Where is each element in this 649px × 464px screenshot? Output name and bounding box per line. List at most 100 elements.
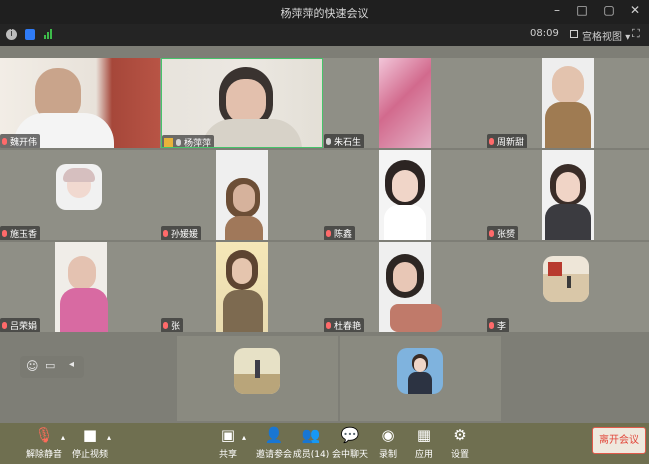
participant-tile-4[interactable]: 周新甜 — [487, 58, 649, 148]
participant-tile-10[interactable]: 张 — [161, 242, 323, 332]
mic-on-icon — [176, 139, 181, 146]
participant-tile-1[interactable]: 魏开伟 — [0, 58, 160, 148]
share-button[interactable]: ▣ 共享 — [204, 425, 252, 460]
participant-name: 杨萍萍 — [184, 139, 212, 148]
mic-muted-icon — [326, 322, 331, 329]
gear-icon: ⚙ — [453, 426, 467, 444]
chat-icon: 💬 — [340, 426, 360, 444]
share-options-caret[interactable]: ▴ — [242, 433, 246, 442]
view-mode-dropdown[interactable]: 宫格视图 ▾ — [582, 28, 630, 43]
settings-label: 设置 — [450, 450, 469, 460]
settings-button[interactable]: ⚙ 设置 — [436, 425, 484, 460]
fullscreen-icon[interactable]: ⛶ — [632, 27, 640, 41]
participant-nametag: 杜春艳 — [324, 318, 365, 332]
participant-nametag: 陈鑫 — [324, 226, 356, 240]
participant-name: 吕荣娟 — [10, 322, 38, 332]
participant-nametag: 孙媛媛 — [161, 226, 202, 240]
participant-nametag: 施玉香 — [0, 226, 41, 240]
camera-icon: ■ — [82, 426, 98, 444]
participant-tile-7[interactable]: 陈鑫 — [324, 150, 486, 240]
participant-name: 施玉香 — [10, 230, 38, 240]
host-icon — [164, 138, 173, 147]
grid-view-icon[interactable] — [570, 30, 578, 38]
participant-nametag: 张赟 — [487, 226, 519, 240]
title-bar: 杨萍萍的快速会议 – □ ▢ ✕ — [0, 0, 649, 24]
person-face — [552, 66, 584, 104]
participant-nametag: 张 — [161, 318, 184, 332]
participant-tile-2-active-speaker[interactable]: 杨萍萍 — [161, 58, 323, 148]
maximize-icon[interactable]: □ — [574, 3, 590, 17]
avatar — [56, 164, 102, 210]
person-clothes — [60, 288, 108, 332]
emoji-icon[interactable]: ☺ — [26, 359, 39, 373]
participant-nametag: 周新甜 — [487, 134, 528, 148]
video-options-caret[interactable]: ▴ — [107, 433, 111, 442]
members-label: 成员(14) — [292, 450, 330, 460]
mic-muted-icon — [2, 138, 7, 145]
mic-on-icon — [326, 138, 331, 145]
person-clothes — [545, 204, 591, 240]
stop-video-button[interactable]: ■ 停止视频 — [66, 425, 114, 460]
mic-muted-icon — [2, 322, 7, 329]
restore-icon[interactable]: ▢ — [601, 3, 617, 17]
avatar — [543, 256, 589, 302]
mic-muted-icon — [489, 138, 494, 145]
close-icon[interactable]: ✕ — [627, 3, 643, 17]
participant-nametag: 朱石生 — [324, 134, 365, 148]
record-icon: ◉ — [381, 426, 395, 444]
signal-icon[interactable] — [44, 28, 52, 39]
meeting-toolbar: 🎙 解除静音 ▴ ■ 停止视频 ▴ ▣ 共享 ▴ 👤 邀请参会 👥 成员(14) 💬 会中聊… — [0, 423, 649, 464]
participant-tile-8[interactable]: 张赟 — [487, 150, 649, 240]
person-face — [233, 184, 255, 212]
participant-nametag: 李 — [487, 318, 510, 332]
mic-muted-icon: 🎙 — [34, 426, 54, 444]
unmute-label: 解除静音 — [25, 450, 62, 460]
mic-muted-icon — [163, 322, 168, 329]
message-icon[interactable]: ▭ — [45, 359, 55, 372]
mic-muted-icon — [489, 230, 494, 237]
collapse-arrow-icon[interactable]: ◂ — [69, 359, 74, 370]
participant-nametag: 杨萍萍 — [162, 135, 215, 148]
participant-tile-14[interactable] — [340, 336, 501, 421]
add-user-icon: 👤 — [264, 426, 284, 444]
participant-name: 陈鑫 — [334, 230, 353, 240]
participant-name: 孙媛媛 — [171, 230, 199, 240]
unmute-button[interactable]: 🎙 解除静音 — [20, 425, 68, 460]
person-face — [68, 256, 96, 290]
participant-tile-13[interactable] — [177, 336, 338, 421]
person-face — [226, 79, 266, 123]
video-grid: 魏开伟 杨萍萍 朱石生 周新甜 施玉香 孙媛媛 陈鑫 张赟 吕荣娟 张 杜春艳 … — [0, 58, 649, 423]
chevron-down-icon: ▾ — [625, 32, 631, 43]
shield-icon[interactable] — [25, 29, 35, 40]
participant-name: 张 — [171, 322, 181, 332]
participant-name: 张赟 — [497, 230, 516, 240]
video-feed — [379, 58, 431, 148]
participant-tile-12[interactable]: 李 — [487, 242, 649, 332]
participant-tile-3[interactable]: 朱石生 — [324, 58, 486, 148]
reaction-controls: ☺ ▭ ◂ — [20, 356, 84, 378]
record-label: 录制 — [378, 450, 397, 460]
avatar — [397, 348, 443, 394]
audio-options-caret[interactable]: ▴ — [61, 433, 65, 442]
participant-name: 周新甜 — [497, 138, 525, 148]
mic-muted-icon — [2, 230, 7, 237]
person-shirt — [202, 119, 302, 147]
apps-label: 应用 — [414, 450, 433, 460]
person-clothes — [225, 216, 263, 240]
info-icon[interactable]: i — [6, 29, 17, 40]
stop-video-label: 停止视频 — [71, 450, 108, 460]
members-icon: 👥 — [301, 426, 321, 444]
participant-tile-5[interactable]: 施玉香 — [0, 150, 160, 240]
leave-meeting-button[interactable]: 离开会议 — [592, 427, 646, 454]
person-clothes — [223, 290, 263, 332]
participant-tile-11[interactable]: 杜春艳 — [324, 242, 486, 332]
meeting-time: 08:09 — [530, 28, 559, 39]
person-clothes — [390, 304, 442, 332]
participant-tile-9[interactable]: 吕荣娟 — [0, 242, 160, 332]
person-face — [392, 170, 418, 202]
person-face — [556, 172, 580, 202]
participant-tile-6[interactable]: 孙媛媛 — [161, 150, 323, 240]
minimize-icon[interactable]: – — [549, 3, 565, 17]
share-screen-icon: ▣ — [220, 426, 236, 444]
avatar — [234, 348, 280, 394]
